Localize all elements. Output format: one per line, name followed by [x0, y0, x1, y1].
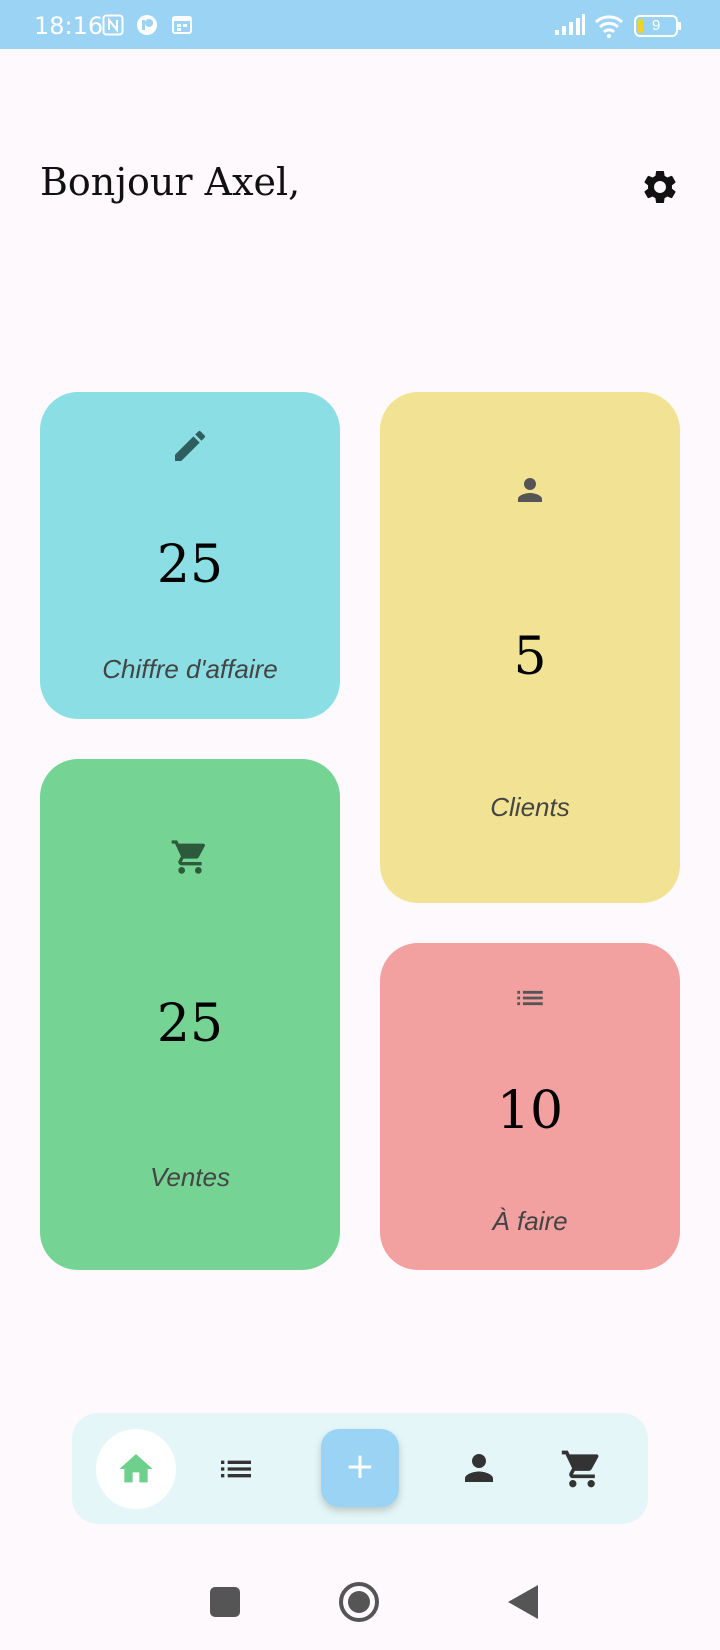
- status-time: 18:16: [34, 12, 104, 40]
- square-icon: [210, 1587, 240, 1617]
- status-bar: 18:16 9: [0, 0, 720, 49]
- circle-icon: [339, 1582, 379, 1622]
- gear-icon: [644, 170, 676, 203]
- app-notification-icon: [136, 14, 158, 41]
- clients-value: 5: [513, 627, 547, 687]
- cart-icon: [561, 1450, 599, 1488]
- pencil-icon: [170, 426, 210, 471]
- revenue-value: 25: [156, 535, 224, 595]
- person-icon: [465, 1454, 493, 1482]
- triangle-back-icon: [508, 1585, 538, 1619]
- home-icon: [119, 1454, 153, 1483]
- cart-icon: [170, 837, 210, 882]
- nav-list-button[interactable]: [216, 1449, 256, 1489]
- list-icon: [513, 981, 547, 1020]
- nav-profile-button[interactable]: [458, 1447, 500, 1489]
- calendar-icon: [171, 14, 193, 41]
- nav-cart-button[interactable]: [560, 1447, 604, 1491]
- wifi-icon: [594, 14, 624, 43]
- todo-label: À faire: [492, 1206, 568, 1236]
- sales-value: 25: [156, 994, 224, 1054]
- settings-button[interactable]: [640, 167, 680, 207]
- nav-home-button[interactable]: [96, 1429, 176, 1509]
- add-button[interactable]: +: [321, 1429, 399, 1507]
- revenue-card[interactable]: 25 Chiffre d'affaire: [40, 392, 340, 719]
- person-icon: [512, 472, 548, 513]
- todo-card[interactable]: 10 À faire: [380, 943, 680, 1270]
- sales-label: Ventes: [150, 1162, 230, 1192]
- recents-button[interactable]: [209, 1586, 241, 1618]
- list-icon: [221, 1460, 251, 1478]
- clients-label: Clients: [490, 792, 570, 822]
- signal-icon: [554, 14, 586, 41]
- sales-card[interactable]: 25 Ventes: [40, 759, 340, 1270]
- clients-card[interactable]: 5 Clients: [380, 392, 680, 903]
- greeting-title: Bonjour Axel,: [40, 160, 301, 204]
- battery-level: 9: [652, 17, 661, 34]
- nfc-icon: [102, 14, 124, 41]
- todo-value: 10: [496, 1081, 564, 1141]
- back-button[interactable]: [506, 1583, 540, 1621]
- home-button[interactable]: [338, 1581, 380, 1623]
- revenue-label: Chiffre d'affaire: [102, 654, 278, 684]
- bottom-nav: +: [72, 1413, 648, 1524]
